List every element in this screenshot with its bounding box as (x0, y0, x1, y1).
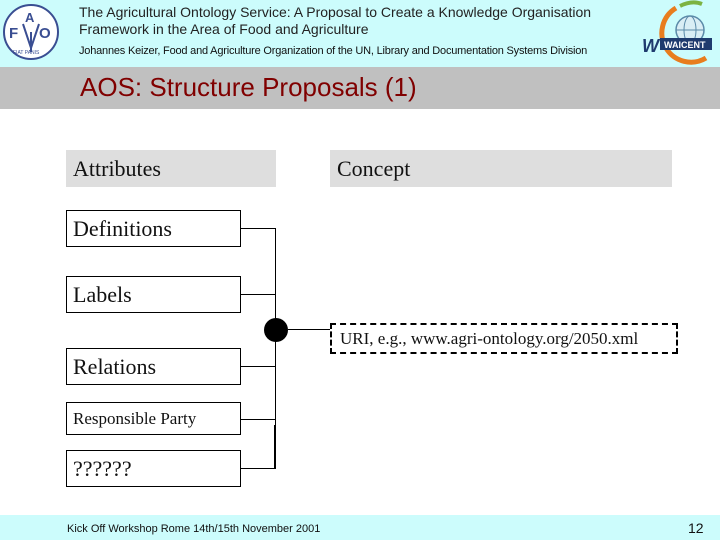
concept-heading: Concept (330, 150, 672, 187)
attribute-box-definitions: Definitions (66, 210, 241, 247)
attribute-box-relations: Relations (66, 348, 241, 385)
presentation-title: The Agricultural Ontology Service: A Pro… (79, 4, 592, 37)
attribute-box-responsible-party: Responsible Party (66, 402, 241, 435)
svg-text:F: F (9, 25, 18, 42)
connector-relations (241, 366, 276, 367)
svg-text:O: O (39, 25, 51, 42)
svg-text:W: W (642, 36, 661, 56)
waicent-logo-icon: W WAICENT (642, 0, 712, 65)
connector-definitions (241, 228, 276, 229)
connector-responsible-party (241, 419, 276, 420)
attributes-heading: Attributes (66, 150, 276, 187)
concept-node (264, 318, 288, 342)
slide-title: AOS: Structure Proposals (1) (80, 72, 417, 102)
fao-logo-icon: F A O FIAT PANIS (3, 4, 59, 60)
uri-box: URI, e.g., www.agri-ontology.org/2050.xm… (330, 323, 678, 354)
presentation-author: Johannes Keizer, Food and Agriculture Or… (79, 45, 588, 57)
page-number: 12 (688, 520, 704, 536)
connector-uri (288, 329, 330, 330)
connector-labels (241, 294, 276, 295)
connector-unknown (241, 468, 276, 469)
footer-event-text: Kick Off Workshop Rome 14th/15th Novembe… (67, 523, 321, 535)
attribute-box-labels: Labels (66, 276, 241, 313)
svg-text:FIAT PANIS: FIAT PANIS (13, 50, 40, 56)
attribute-box-unknown: ?????? (66, 450, 241, 487)
connector-trunk-lower (274, 425, 276, 469)
svg-text:A: A (25, 10, 35, 25)
svg-text:WAICENT: WAICENT (664, 40, 706, 50)
